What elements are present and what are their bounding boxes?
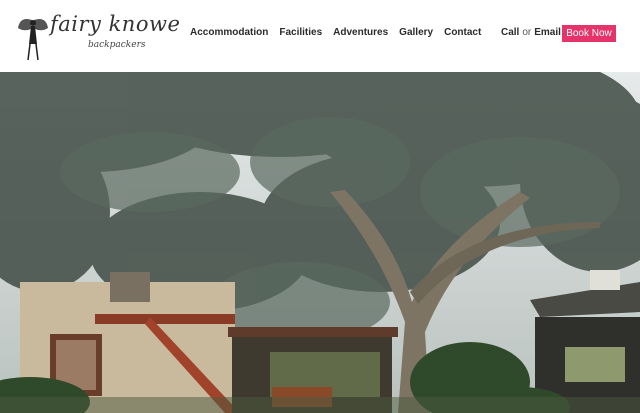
or-text: or	[522, 27, 532, 38]
nav-accommodation[interactable]: Accommodation	[190, 27, 268, 38]
nav-gallery[interactable]: Gallery	[399, 27, 433, 38]
site-header: fairy knowe backpackers Accommodation Fa…	[0, 0, 640, 72]
book-now-button[interactable]: Book Now	[562, 25, 616, 42]
nav-facilities[interactable]: Facilities	[279, 27, 322, 38]
hero-photo	[0, 72, 640, 413]
fairy-icon	[18, 19, 48, 61]
contact-links: Call or Email	[501, 27, 561, 38]
main-nav: Accommodation Facilities Adventures Gall…	[190, 27, 492, 38]
logo-subtitle: backpackers	[88, 40, 146, 50]
nav-contact[interactable]: Contact	[444, 27, 481, 38]
logo-text: fairy knowe	[50, 12, 181, 36]
hero-image	[0, 72, 640, 413]
logo[interactable]: fairy knowe backpackers	[16, 6, 180, 66]
nav-adventures[interactable]: Adventures	[333, 27, 388, 38]
call-link[interactable]: Call	[501, 27, 519, 38]
email-link[interactable]: Email	[534, 27, 561, 38]
